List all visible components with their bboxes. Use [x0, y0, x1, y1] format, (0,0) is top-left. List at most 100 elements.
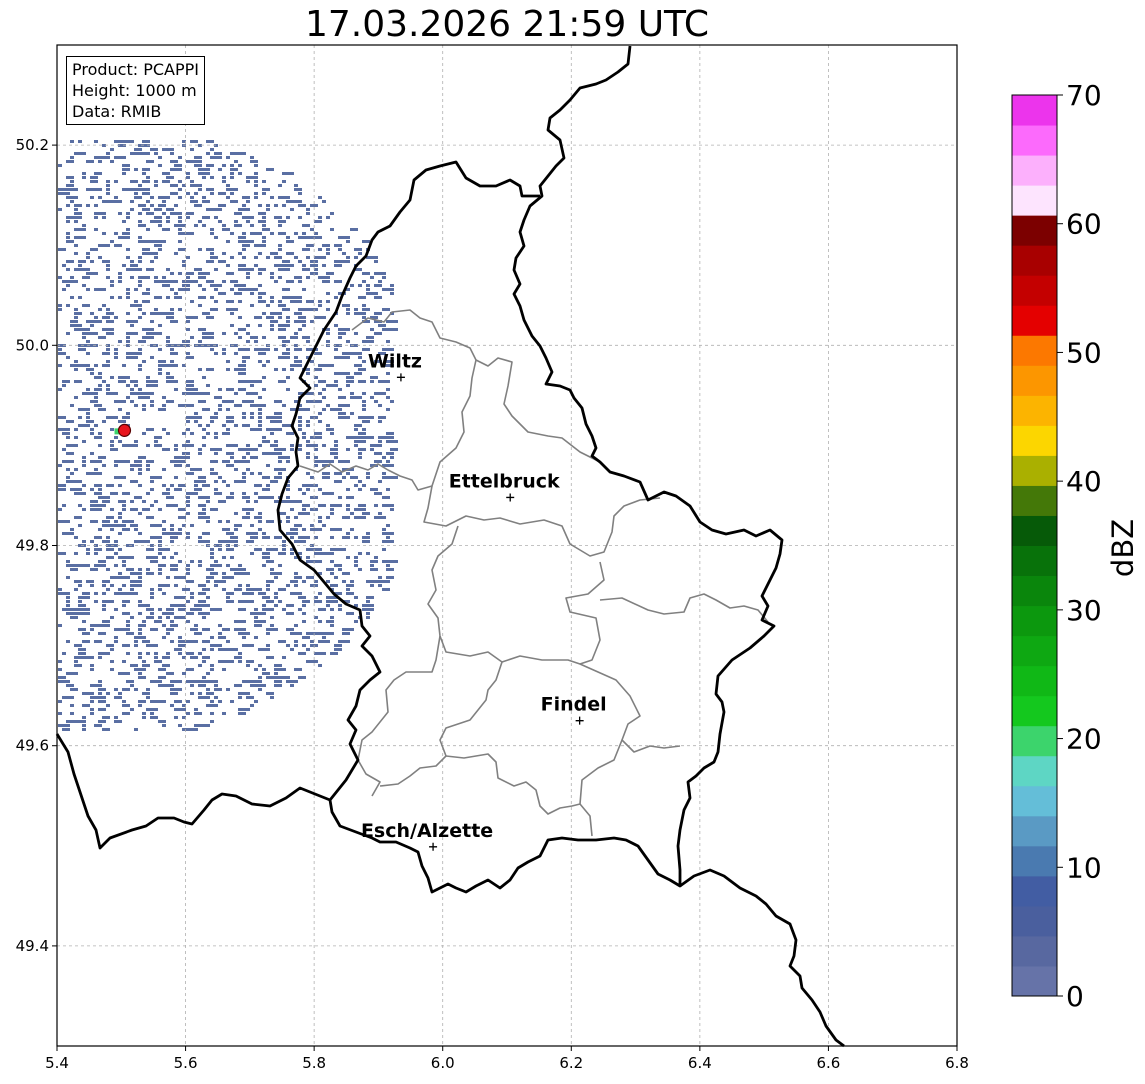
echo-cell — [258, 212, 266, 215]
echo-cell — [190, 652, 194, 655]
echo-cell — [154, 184, 158, 187]
echo-cell — [118, 720, 122, 723]
echo-cell — [186, 232, 194, 235]
echo-cell — [202, 200, 210, 203]
echo-cell — [158, 572, 162, 575]
echo-cell — [82, 328, 90, 331]
echo-cell — [162, 492, 166, 495]
echo-cell — [230, 388, 234, 391]
echo-cell — [122, 376, 130, 379]
echo-cell — [58, 248, 66, 251]
echo-cell — [346, 308, 350, 311]
echo-cell — [66, 724, 70, 727]
echo-cell — [346, 356, 350, 359]
colorbar-tick-label: 40 — [1066, 465, 1102, 498]
echo-cell — [142, 192, 146, 195]
echo-cell — [142, 620, 146, 623]
echo-cell — [66, 188, 74, 191]
echo-cell — [302, 504, 306, 507]
echo-cell — [350, 228, 358, 231]
echo-cell — [250, 384, 254, 387]
echo-cell — [230, 256, 234, 259]
echo-cell — [262, 612, 266, 615]
echo-cell — [66, 476, 70, 479]
echo-cell — [74, 280, 78, 283]
echo-cell — [202, 476, 206, 479]
info-data: Data: RMIB — [72, 102, 162, 121]
echo-cell — [198, 480, 206, 483]
echo-cell — [290, 444, 294, 447]
echo-cell — [278, 452, 282, 455]
echo-cell — [126, 568, 134, 571]
echo-cell — [126, 632, 134, 635]
echo-cell — [254, 588, 262, 591]
echo-cell — [354, 444, 358, 447]
echo-cell — [246, 632, 250, 635]
echo-cell — [250, 216, 254, 219]
echo-cell — [210, 148, 214, 151]
echo-cell — [358, 488, 362, 491]
echo-cell — [74, 312, 82, 315]
echo-cell — [150, 504, 154, 507]
echo-cell — [150, 312, 154, 315]
echo-cell — [326, 252, 330, 255]
echo-cell — [334, 448, 338, 451]
echo-cell — [382, 528, 386, 531]
echo-cell — [126, 268, 134, 271]
echo-cell — [306, 452, 310, 455]
echo-cell — [310, 528, 314, 531]
echo-cell — [266, 520, 274, 523]
echo-cell — [162, 280, 166, 283]
echo-cell — [270, 328, 274, 331]
echo-cell — [258, 684, 262, 687]
echo-cell — [194, 388, 198, 391]
echo-cell — [202, 696, 210, 699]
echo-cell — [274, 420, 282, 423]
echo-cell — [282, 288, 290, 291]
echo-cell — [282, 340, 290, 343]
echo-cell — [78, 212, 82, 215]
echo-cell — [90, 196, 94, 199]
echo-cell — [66, 600, 70, 603]
echo-cell — [306, 212, 310, 215]
echo-cell — [106, 180, 110, 183]
echo-cell — [378, 576, 382, 579]
echo-cell — [162, 656, 170, 659]
echo-cell — [174, 708, 182, 711]
echo-cell — [122, 672, 126, 675]
echo-cell — [58, 624, 62, 627]
echo-cell — [326, 568, 330, 571]
echo-cell — [274, 672, 278, 675]
echo-cell — [94, 188, 102, 191]
echo-cell — [354, 424, 362, 427]
echo-cell — [102, 716, 106, 719]
echo-cell — [294, 572, 298, 575]
echo-cell — [254, 336, 258, 339]
colorbar-segment — [1012, 335, 1057, 366]
echo-cell — [266, 464, 270, 467]
echo-cell — [290, 200, 294, 203]
echo-cell — [146, 464, 150, 467]
echo-cell — [358, 356, 362, 359]
echo-cell — [370, 380, 374, 383]
echo-cell — [114, 552, 118, 555]
echo-cell — [70, 460, 74, 463]
echo-cell — [266, 548, 270, 551]
echo-cell — [126, 624, 130, 627]
echo-cell — [158, 408, 166, 411]
echo-cell — [314, 528, 318, 531]
echo-cell — [82, 464, 86, 467]
echo-cell — [174, 552, 178, 555]
echo-cell — [134, 188, 142, 191]
echo-cell — [286, 376, 290, 379]
echo-cell — [250, 592, 254, 595]
echo-cell — [366, 532, 370, 535]
echo-cell — [366, 552, 370, 555]
echo-cell — [266, 588, 270, 591]
echo-cell — [166, 208, 170, 211]
echo-cell — [182, 288, 186, 291]
echo-cell — [350, 528, 354, 531]
echo-cell — [378, 296, 382, 299]
echo-cell — [170, 532, 174, 535]
echo-cell — [114, 524, 122, 527]
